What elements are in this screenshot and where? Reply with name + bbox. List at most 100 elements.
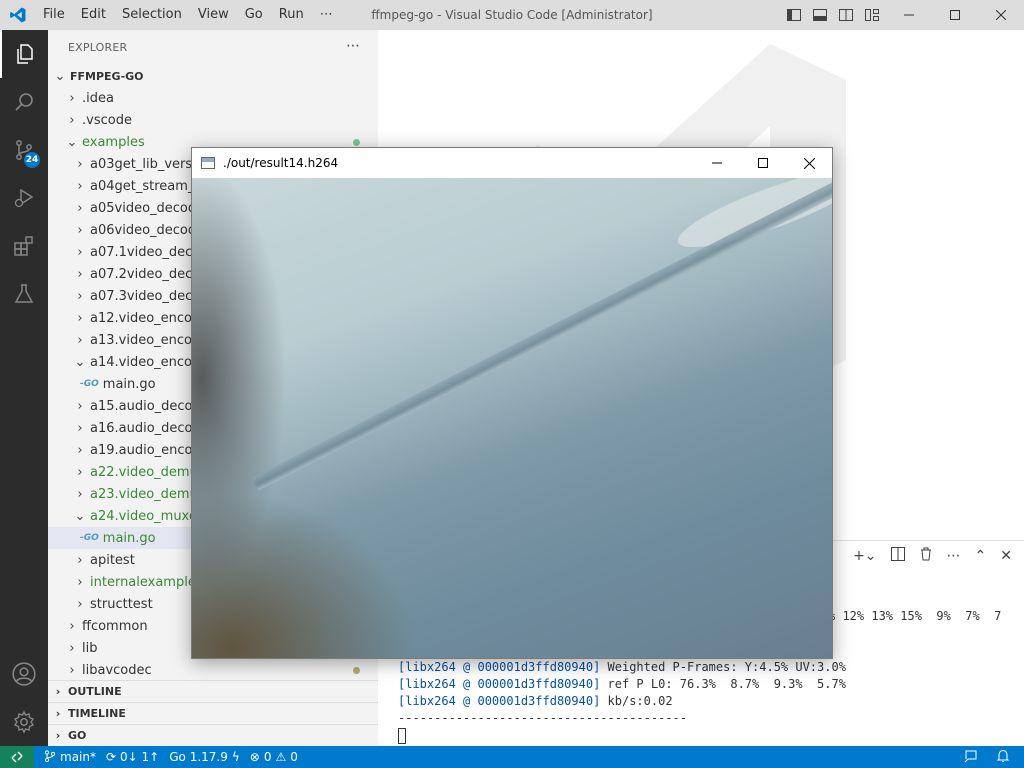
sync-status[interactable]: ⟳ 0↓ 1↑ bbox=[106, 750, 159, 764]
run-debug-icon[interactable] bbox=[0, 174, 48, 222]
menu-more[interactable]: ⋯ bbox=[312, 0, 341, 30]
menu-selection[interactable]: Selection bbox=[114, 0, 190, 30]
tree-item-label: libavcodec bbox=[82, 662, 152, 678]
layout-controls bbox=[786, 7, 880, 23]
chevron-right-icon: › bbox=[77, 156, 83, 172]
section-go[interactable]: › GO bbox=[48, 724, 378, 746]
menu-run[interactable]: Run bbox=[271, 0, 312, 30]
terminal-lib-tag: [libx264 @ 000001d3ffd80940] bbox=[398, 677, 601, 691]
warning-count: 0 bbox=[290, 750, 298, 764]
go-version-status[interactable]: Go 1.17.9 ϟ bbox=[169, 750, 240, 764]
chevron-right-icon: › bbox=[55, 729, 61, 742]
error-icon: ⊗ bbox=[249, 750, 260, 764]
feedback-icon[interactable] bbox=[964, 749, 978, 766]
status-right bbox=[964, 749, 1010, 766]
customize-layout-icon[interactable] bbox=[864, 7, 880, 23]
terminal-cursor[interactable] bbox=[398, 728, 406, 744]
terminal-lib-tag: [libx264 @ 000001d3ffd80940] bbox=[398, 660, 601, 674]
section-label: OUTLINE bbox=[68, 685, 122, 698]
chevron-down-icon: ⌄ bbox=[54, 68, 66, 84]
chevron-right-icon: › bbox=[69, 640, 75, 656]
sync-icon: ⟳ bbox=[105, 750, 117, 764]
branch-label: main* bbox=[60, 750, 96, 764]
video-highlight bbox=[671, 178, 832, 261]
warning-icon: ⚠ bbox=[275, 750, 287, 764]
tree-item-label: apitest bbox=[90, 552, 135, 568]
tree-item-label: .idea bbox=[82, 90, 114, 106]
maximize-button[interactable] bbox=[932, 0, 978, 30]
menu-go[interactable]: Go bbox=[237, 0, 271, 30]
modified-dot bbox=[353, 139, 360, 146]
section-outline[interactable]: › OUTLINE bbox=[48, 680, 378, 702]
chevron-right-icon: › bbox=[55, 707, 61, 720]
video-player-window: ./out/result14.h264 bbox=[191, 147, 833, 659]
terminal-line: [libx264 @ 000001d3ffd80940] ref P L0: 7… bbox=[398, 677, 846, 691]
notifications-bell-icon[interactable] bbox=[996, 749, 1010, 766]
close-panel-icon[interactable]: ✕ bbox=[1000, 548, 1012, 564]
explorer-header: EXPLORER ⋯ bbox=[48, 30, 378, 65]
chevron-right-icon: › bbox=[77, 596, 83, 612]
section-timeline[interactable]: › TIMELINE bbox=[48, 702, 378, 724]
tree-item-label: examples bbox=[82, 134, 145, 150]
new-terminal-icon[interactable]: +⌄ bbox=[853, 548, 876, 564]
trash-icon[interactable] bbox=[919, 547, 933, 565]
chevron-right-icon: › bbox=[77, 552, 83, 568]
player-minimize-button[interactable] bbox=[694, 148, 740, 178]
toggle-sidebar-icon[interactable] bbox=[786, 7, 802, 23]
status-bar: main* ⟳ 0↓ 1↑ Go 1.17.9 ϟ ⊗ 0 ⚠ 0 bbox=[0, 746, 1024, 768]
more-actions-icon[interactable]: ⋯ bbox=[947, 548, 961, 564]
sync-label: 0↓ 1↑ bbox=[120, 750, 160, 764]
player-close-button[interactable] bbox=[786, 148, 832, 178]
lightning-icon: ϟ bbox=[231, 750, 240, 764]
manage-gear-icon[interactable] bbox=[0, 698, 48, 746]
chevron-right-icon: › bbox=[77, 420, 83, 436]
player-title: ./out/result14.h264 bbox=[223, 156, 339, 170]
problems-status[interactable]: ⊗ 0 ⚠ 0 bbox=[250, 750, 298, 764]
remote-indicator-icon[interactable] bbox=[0, 746, 34, 768]
tree-item-vscode[interactable]: › .vscode bbox=[48, 109, 378, 131]
menu-file[interactable]: File bbox=[35, 0, 73, 30]
vscode-logo-icon bbox=[0, 0, 35, 30]
source-control-icon[interactable]: 24 bbox=[0, 126, 48, 174]
tree-root-label: FFMPEG-GO bbox=[70, 69, 144, 83]
chevron-right-icon: › bbox=[69, 662, 75, 678]
chevron-right-icon: › bbox=[77, 464, 83, 480]
tree-item-label: lib bbox=[82, 640, 98, 656]
chevron-right-icon: › bbox=[77, 332, 83, 348]
modified-dot bbox=[353, 667, 360, 674]
menu-edit[interactable]: Edit bbox=[73, 0, 114, 30]
terminal-text: Weighted P-Frames: Y:4.5% UV:3.0% bbox=[600, 660, 846, 674]
toggle-secondary-sidebar-icon[interactable] bbox=[838, 7, 854, 23]
terminal-partial-line: % 12% 13% 15% 9% 7% 7 bbox=[828, 609, 1002, 623]
accounts-icon[interactable] bbox=[0, 650, 48, 698]
tree-item-libavcodec[interactable]: › libavcodec bbox=[48, 659, 378, 681]
chevron-down-icon: ⌄ bbox=[66, 134, 78, 150]
section-label: TIMELINE bbox=[68, 707, 126, 720]
split-terminal-icon[interactable] bbox=[890, 547, 905, 565]
explorer-more-actions[interactable]: ⋯ bbox=[346, 38, 360, 54]
player-maximize-button[interactable] bbox=[740, 148, 786, 178]
minimize-button[interactable] bbox=[886, 0, 932, 30]
toggle-panel-icon[interactable] bbox=[812, 7, 828, 23]
scm-badge: 24 bbox=[24, 152, 40, 168]
testing-icon[interactable] bbox=[0, 270, 48, 318]
close-button[interactable] bbox=[978, 0, 1024, 30]
go-file-icon: -GO bbox=[80, 379, 99, 389]
chevron-right-icon: › bbox=[77, 266, 83, 282]
maximize-panel-icon[interactable]: ⌃ bbox=[975, 548, 987, 564]
terminal-line: [libx264 @ 000001d3ffd80940] Weighted P-… bbox=[398, 660, 846, 674]
menu-view[interactable]: View bbox=[190, 0, 237, 30]
go-file-icon: -GO bbox=[80, 533, 99, 543]
tree-root[interactable]: ⌄ FFMPEG-GO bbox=[48, 65, 378, 87]
tree-item-label: structtest bbox=[90, 596, 153, 612]
explorer-icon[interactable] bbox=[0, 30, 48, 78]
extensions-icon[interactable] bbox=[0, 222, 48, 270]
chevron-right-icon: › bbox=[69, 112, 75, 128]
chevron-right-icon: › bbox=[77, 288, 83, 304]
branch-status[interactable]: main* bbox=[44, 749, 96, 765]
activity-bar: 24 bbox=[0, 30, 48, 746]
chevron-right-icon: › bbox=[77, 398, 83, 414]
search-icon[interactable] bbox=[0, 78, 48, 126]
tree-item-label: main.go bbox=[102, 530, 156, 546]
tree-item-idea[interactable]: › .idea bbox=[48, 87, 378, 109]
